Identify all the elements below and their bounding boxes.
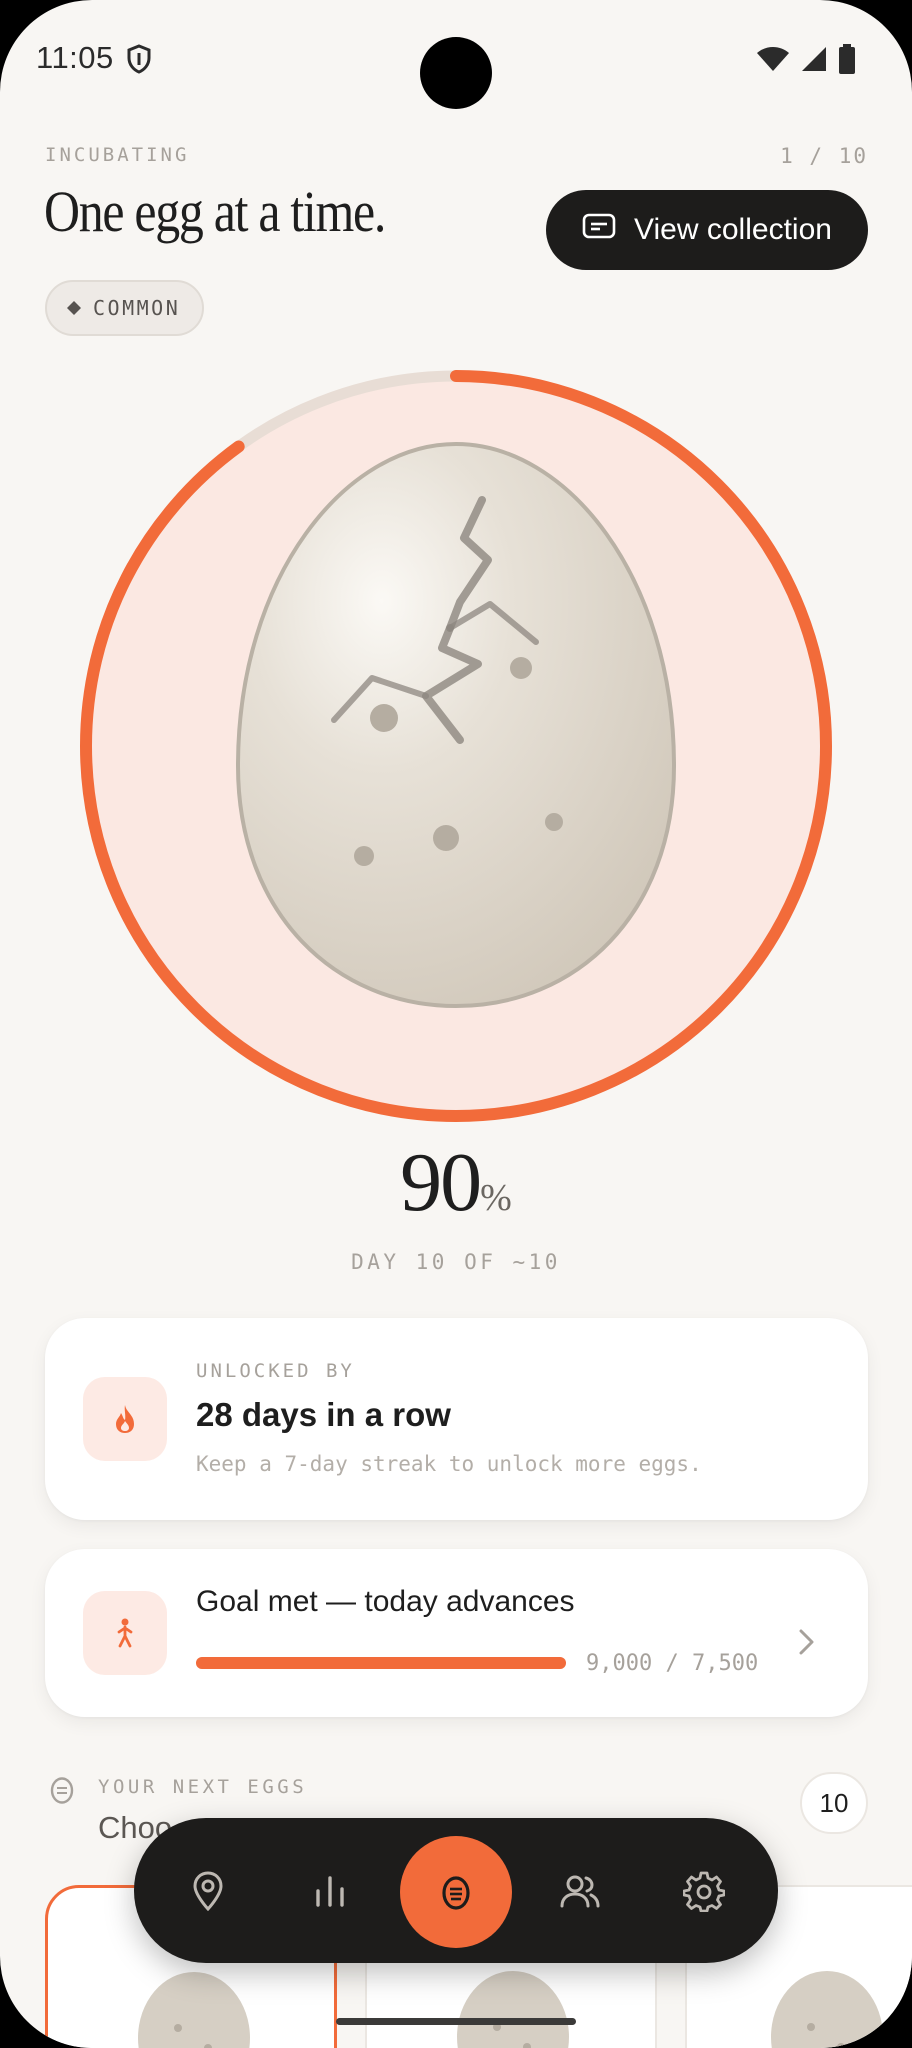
nav-bar-chart-icon[interactable]: [295, 1856, 365, 1926]
cellular-signal-icon: [800, 45, 828, 78]
rarity-label: COMMON: [93, 296, 181, 320]
walking-person-icon: [83, 1591, 167, 1675]
percent-sign: %: [480, 1177, 512, 1219]
incubating-label: INCUBATING: [45, 144, 190, 166]
unlock-subtitle: Keep a 7-day streak to unlock more eggs.: [196, 1452, 702, 1476]
status-bar: 11:05: [0, 0, 912, 120]
home-indicator[interactable]: [336, 2018, 576, 2025]
next-eggs-label: YOUR NEXT EGGS: [98, 1776, 308, 1798]
shield-icon: [126, 44, 152, 79]
goal-title: Goal met — today advances: [196, 1585, 575, 1618]
unlocked-by-label: UNLOCKED BY: [196, 1360, 355, 1382]
unlock-title: 28 days in a row: [196, 1396, 451, 1433]
unlock-card: UNLOCKED BY 28 days in a row Keep a 7-da…: [45, 1318, 868, 1520]
goal-card[interactable]: Goal met — today advances 9,000 / 7,500: [45, 1549, 868, 1717]
progress-percent: 90%: [0, 1134, 912, 1231]
battery-icon: [838, 44, 856, 79]
goal-step-count: 9,000 / 7,500: [586, 1651, 759, 1676]
nav-people-icon[interactable]: [545, 1856, 615, 1926]
day-progress-label: DAY 10 OF ~10: [351, 1250, 561, 1274]
status-time: 11:05: [36, 40, 114, 75]
egg-counter: 1 / 10: [780, 144, 868, 168]
view-collection-label: View collection: [634, 213, 832, 246]
percent-value: 90: [400, 1136, 482, 1229]
view-collection-button[interactable]: View collection: [546, 190, 868, 270]
camera-cutout: [420, 37, 492, 109]
incubation-ring: [76, 366, 836, 1126]
rarity-badge: COMMON: [45, 280, 205, 336]
page-title: One egg at a time.: [44, 179, 386, 244]
flame-icon: [83, 1377, 167, 1461]
goal-progress-fill: [196, 1657, 566, 1669]
wifi-icon: [756, 46, 790, 77]
chevron-right-icon: [797, 1627, 817, 1662]
card-icon: [582, 213, 616, 247]
diamond-icon: [67, 296, 81, 320]
nav-map-pin-icon[interactable]: [173, 1856, 243, 1926]
egg-outline-icon: [49, 1776, 75, 1809]
next-eggs-count-badge: 10: [800, 1772, 868, 1834]
nav-settings-gear-icon[interactable]: [669, 1856, 739, 1926]
bottom-nav-bar: [134, 1818, 778, 1963]
app-screen: 11:05 INCUBATING 1 / 10 One egg at a tim…: [0, 0, 912, 2048]
goal-progress-bar: [196, 1657, 566, 1669]
nav-egg-icon[interactable]: [400, 1836, 512, 1948]
